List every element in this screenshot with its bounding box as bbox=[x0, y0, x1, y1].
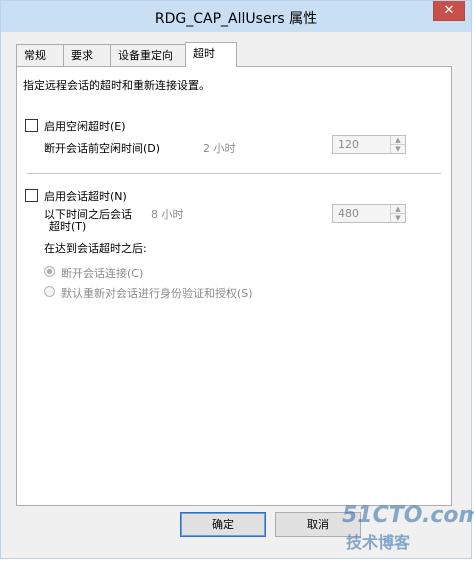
session-time-label-line2: 超时(T) bbox=[49, 220, 87, 233]
disconnect-radio-label: 断开会话连接(C) bbox=[61, 267, 144, 280]
divider bbox=[27, 173, 441, 174]
spin-down-icon[interactable]: ▼ bbox=[391, 145, 405, 153]
window-title: RDG_CAP_AllUsers 属性 bbox=[154, 11, 318, 27]
dialog-client-area: 常规 要求 设备重定向 超时 指定远程会话的超时和重新连接设置。 启用空闲超时(… bbox=[7, 32, 465, 551]
tab-timeouts[interactable]: 超时 bbox=[185, 42, 237, 67]
session-time-spinner[interactable]: 480 ▲ ▼ bbox=[332, 204, 406, 223]
idle-timeout-checkbox[interactable] bbox=[25, 119, 38, 132]
tab-requirements[interactable]: 要求 bbox=[63, 44, 111, 66]
spin-down-icon[interactable]: ▼ bbox=[391, 214, 405, 222]
title-bar[interactable]: RDG_CAP_AllUsers 属性 ✕ bbox=[1, 1, 471, 32]
tab-device-redirection[interactable]: 设备重定向 bbox=[110, 44, 186, 66]
session-spin-buttons[interactable]: ▲ ▼ bbox=[390, 205, 405, 222]
properties-dialog: RDG_CAP_AllUsers 属性 ✕ 常规 要求 设备重定向 超时 指定远… bbox=[0, 0, 472, 559]
spin-up-icon[interactable]: ▲ bbox=[391, 136, 405, 145]
session-timeout-checkbox[interactable] bbox=[25, 189, 38, 202]
idle-spin-buttons[interactable]: ▲ ▼ bbox=[390, 136, 405, 153]
idle-time-spinner[interactable]: 120 ▲ ▼ bbox=[332, 135, 406, 154]
session-time-value[interactable]: 480 bbox=[338, 207, 359, 220]
ok-button[interactable]: 确定 bbox=[180, 512, 266, 537]
idle-timeout-label: 启用空闲超时(E) bbox=[44, 120, 126, 133]
watermark-line1: 51CTO.com bbox=[342, 503, 474, 528]
close-button[interactable]: ✕ bbox=[433, 1, 465, 21]
timeout-tab-panel: 指定远程会话的超时和重新连接设置。 启用空闲超时(E) 断开会话前空闲时间(D)… bbox=[16, 66, 452, 506]
description-text: 指定远程会话的超时和重新连接设置。 bbox=[23, 79, 210, 92]
session-hours-text: 8 小时 bbox=[151, 208, 184, 221]
reauth-radio-label: 默认重新对会话进行身份验证和授权(S) bbox=[61, 287, 253, 300]
watermark: 51CTO.com 技术博客 bbox=[342, 503, 474, 553]
session-timeout-label: 启用会话超时(N) bbox=[44, 190, 127, 203]
watermark-line2: 技术博客 bbox=[346, 533, 411, 552]
reauth-radio[interactable] bbox=[44, 286, 55, 297]
after-timeout-label: 在达到会话超时之后: bbox=[44, 242, 147, 255]
idle-time-label: 断开会话前空闲时间(D) bbox=[44, 142, 161, 155]
spin-up-icon[interactable]: ▲ bbox=[391, 205, 405, 214]
idle-hours-text: 2 小时 bbox=[203, 142, 236, 155]
idle-time-value[interactable]: 120 bbox=[338, 138, 359, 151]
disconnect-radio[interactable] bbox=[44, 266, 55, 277]
tab-general[interactable]: 常规 bbox=[16, 44, 64, 66]
